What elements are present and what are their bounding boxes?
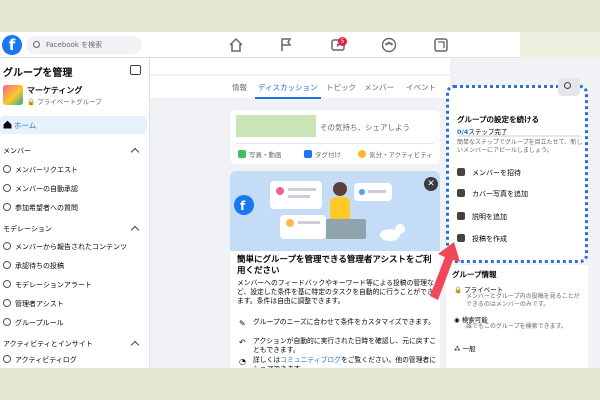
search-icon <box>564 82 571 89</box>
add-cover-photo-item[interactable]: カバー写真を追加 <box>457 189 528 199</box>
active-tab-indicator <box>255 97 321 99</box>
search-placeholder: Facebook を検索 <box>46 41 103 49</box>
group-avatar[interactable] <box>3 85 23 105</box>
pencil-icon <box>457 212 465 220</box>
photo-video-button[interactable]: 写真・動画 <box>238 149 282 159</box>
home-icon <box>3 120 12 129</box>
card-feature-row: ✎ グループのニーズに合わせて条件をカスタマイズできます。 <box>239 318 435 328</box>
notification-badge: 5 <box>338 37 347 46</box>
rules-icon <box>3 318 11 326</box>
group-privacy-label: 🔒 プライベートグループ <box>27 98 102 106</box>
bell-icon <box>3 280 11 288</box>
smile-icon <box>358 150 366 158</box>
privacy-description: メンバーとグループ内の投稿を見ることができるのはメンバーのみです。 <box>466 293 580 308</box>
sidebar-item-rules[interactable]: グループルール <box>3 318 64 328</box>
close-icon[interactable]: ✕ <box>424 177 438 191</box>
chevron-up-icon[interactable] <box>130 147 140 157</box>
visibility-description: 誰でもこのグループを検索できます。 <box>466 323 568 330</box>
assistant-illustration: f <box>234 181 405 241</box>
card-title: 簡単にグループを管理できる管理者アシストをご利用ください <box>237 255 432 276</box>
svg-text:f: f <box>240 199 246 213</box>
top-navigation-bar: f Facebook を検索 5 <box>0 32 520 58</box>
community-blog-link[interactable]: コミュニティブログ <box>280 356 341 364</box>
card-description: メンバーへのフィードバックやキーワード等による投稿の管理など、設定した条件を基に… <box>237 279 434 305</box>
general-label: ⁂ 一般 <box>454 345 476 353</box>
admin-assist-card: f ✕ 簡単にグループを管理できる管理者アシストをご利用ください メンバーへのフ… <box>230 171 440 371</box>
glasses-icon: ◔ <box>239 357 246 366</box>
invite-members-item[interactable]: メンバーを招待 <box>457 168 521 178</box>
sidebar-item-reported[interactable]: メンバーから報告されたコンテンツ <box>3 242 127 252</box>
flag-icon[interactable] <box>278 37 294 53</box>
bottom-strip <box>0 368 600 400</box>
tag-icon <box>304 150 312 158</box>
section-moderation: モデレーション <box>3 225 52 233</box>
sidebar-item-questions[interactable]: 参加希望者への質問 <box>3 203 78 213</box>
group-setup-panel: グループの設定を続ける 0/4ステップ完了 簡単なステップでグループを目立たせて… <box>446 85 588 263</box>
setup-progress-bar <box>457 135 581 137</box>
sidebar-item-auto-approve[interactable]: メンバーの自動承認 <box>3 184 78 194</box>
pointer-arrow-icon <box>430 242 460 300</box>
setup-title: グループの設定を続ける <box>457 115 540 124</box>
tab-topics[interactable]: トピック <box>326 82 356 93</box>
pencil-icon: ✎ <box>239 319 246 328</box>
group-info-panel: グループ情報 🔒 プライベート メンバーとグループ内の投稿を見ることができるのは… <box>446 265 588 368</box>
tag-button[interactable]: タグ付け <box>304 149 341 159</box>
report-icon <box>3 242 11 250</box>
add-description-item[interactable]: 説明を追加 <box>457 212 507 222</box>
sidebar-toggle-icon[interactable] <box>130 65 141 75</box>
group-search-button[interactable] <box>558 78 580 96</box>
search-icon <box>33 41 40 48</box>
divider <box>236 143 434 144</box>
card-illustration: f <box>230 171 440 251</box>
tab-about[interactable]: 情報 <box>232 82 247 93</box>
gaming-icon[interactable] <box>433 37 449 53</box>
image-icon <box>457 189 465 197</box>
tab-discussion[interactable]: ディスカッション <box>258 82 317 93</box>
post-composer: その気持ち、シェアしよう 写真・動画 タグ付け 気分・アクティビティ <box>230 110 440 164</box>
create-post-item[interactable]: 投稿を作成 <box>457 234 507 244</box>
sidebar-item-label: ホーム <box>14 121 37 130</box>
assist-icon <box>3 299 11 307</box>
photo-icon <box>238 150 246 158</box>
sidebar-title: グループを管理 <box>3 68 73 79</box>
group-header-strip <box>150 58 450 74</box>
group-tabs: 情報 ディスカッション トピック メンバー イベント <box>150 76 450 98</box>
search-input[interactable]: Facebook を検索 <box>26 36 142 54</box>
sidebar-item-admin-assist[interactable]: 管理者アシスト <box>3 299 64 309</box>
chevron-up-icon[interactable] <box>130 225 140 235</box>
undo-icon: ↶ <box>239 338 246 347</box>
pending-icon <box>3 261 11 269</box>
chevron-up-icon[interactable] <box>130 340 140 350</box>
right-strip <box>520 32 600 58</box>
section-activity: アクティビティとインサイト <box>3 340 93 348</box>
card-feature-row: ↶ アクションが自動的に実行された日時を確認し、元に戻すこともできます。 <box>239 337 437 354</box>
composer-input[interactable]: その気持ち、シェアしよう <box>320 122 410 133</box>
log-icon <box>3 355 11 363</box>
tab-members[interactable]: メンバー <box>364 82 394 93</box>
groups-icon[interactable] <box>381 37 397 53</box>
setup-description: 簡単なステップでグループを目立たせて、新しいメンバーにアピールしましょう。 <box>457 139 583 154</box>
sidebar-item-pending-posts[interactable]: 承認待ちの投稿 <box>3 261 64 271</box>
home-icon[interactable] <box>228 37 244 53</box>
person-icon <box>457 168 465 176</box>
person-check-icon <box>3 184 11 192</box>
clipboard-icon <box>3 203 11 211</box>
facebook-logo[interactable]: f <box>2 35 22 55</box>
sidebar-item-alerts[interactable]: モデレーションアラート <box>3 280 92 290</box>
sidebar: グループを管理 マーケティング 🔒 プライベートグループ ホーム メンバー メン… <box>0 58 150 368</box>
composer-avatar <box>236 115 316 137</box>
tab-events[interactable]: イベント <box>406 82 436 93</box>
sidebar-item-member-requests[interactable]: メンバーリクエスト <box>3 165 78 175</box>
group-name[interactable]: マーケティング <box>27 85 82 96</box>
person-add-icon <box>3 165 11 173</box>
section-members: メンバー <box>3 147 31 155</box>
sidebar-item-activity-log[interactable]: アクティビティログ <box>3 355 77 365</box>
feeling-button[interactable]: 気分・アクティビティ <box>358 149 433 159</box>
sidebar-item-home[interactable]: ホーム <box>0 116 147 134</box>
